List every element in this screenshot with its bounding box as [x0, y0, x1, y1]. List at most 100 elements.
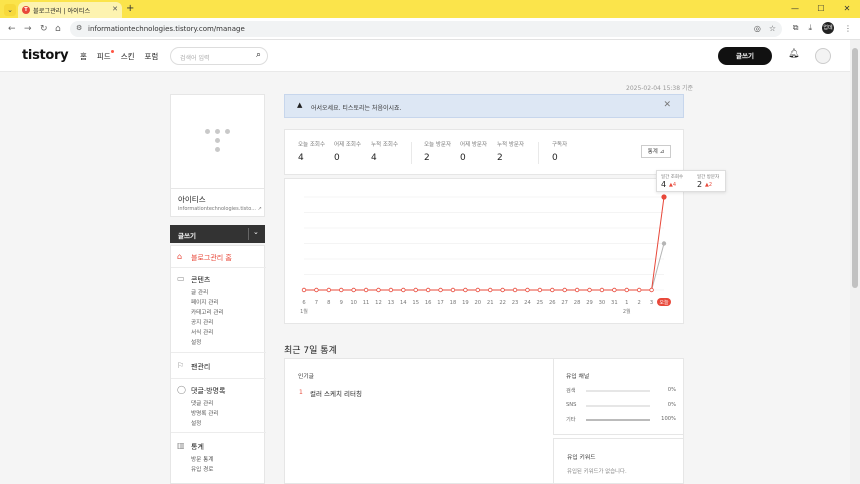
x-tick-label: 8 [327, 300, 330, 306]
popular-rank: 1 [299, 389, 303, 396]
chart-icon: ⊿ [659, 149, 665, 155]
sidebar-item-comment-settings[interactable]: 설정 [191, 419, 201, 427]
back-icon[interactable]: ← [8, 23, 16, 35]
sidebar-item-pages[interactable]: 페이지 관리 [191, 298, 219, 306]
nav-forum[interactable]: 포럼 [145, 51, 159, 62]
nav-skin[interactable]: 스킨 [121, 51, 135, 62]
stat-today-visitors: 오늘 방문자 2 [424, 140, 451, 163]
notice-text: 어서오세요. 티스토리는 처음이시죠. [311, 105, 402, 112]
data-point [425, 287, 431, 293]
sidebar-section-title[interactable]: 팬관리 [191, 362, 210, 372]
x-tick-label: 27 [561, 300, 568, 306]
browser-toolbar: ← → ↻ ⌂ ⚙ informationtechnologies.tistor… [0, 18, 860, 40]
url-text: informationtechnologies.tistory.com/mana… [88, 25, 245, 33]
page-scrollbar[interactable] [850, 40, 860, 484]
maximize-icon[interactable]: ☐ [808, 0, 834, 18]
close-icon[interactable]: ✕ [663, 100, 671, 110]
sidebar-item-notices[interactable]: 공지 관리 [191, 318, 213, 326]
inflow-row: 검색 0% [566, 387, 676, 395]
sidebar-item-visit-stats[interactable]: 방문 통계 [191, 455, 213, 463]
browser-menu-icon[interactable]: ⋮ [844, 24, 852, 33]
blog-thumbnail[interactable] [170, 94, 265, 189]
reload-icon[interactable]: ↻ [40, 23, 48, 35]
data-point [512, 287, 518, 293]
data-point [326, 287, 332, 293]
divider [171, 378, 266, 379]
data-point [537, 287, 543, 293]
month-label: 2월 [623, 308, 631, 315]
blog-url[interactable]: informationtechnologies.tisto... ↗ [178, 206, 262, 212]
data-point [450, 287, 456, 293]
sidebar-item-posts[interactable]: 글 관리 [191, 288, 208, 296]
profile-avatar[interactable]: 업데 [822, 22, 834, 34]
address-bar[interactable]: ⚙ informationtechnologies.tistory.com/ma… [70, 21, 782, 37]
sidebar-section-title[interactable]: 콘텐츠 [191, 275, 210, 285]
inflow-pct: 0% [667, 387, 676, 393]
sidebar-write-button[interactable]: 글쓰기 ⌄ [170, 225, 265, 243]
divider [171, 432, 266, 433]
minimize-icon[interactable]: — [782, 0, 808, 18]
search-input[interactable]: 검색어 입력 ⌕ [170, 47, 268, 65]
inflow-label: SNS [566, 402, 577, 408]
search-icon[interactable]: ⌕ [256, 50, 261, 60]
data-point [413, 287, 418, 293]
data-point [401, 287, 406, 293]
site-header: tistory 홈 피드 스킨 포럼 검색어 입력 ⌕ 글쓰기 🔔︎ [0, 40, 850, 72]
sidebar-item-content-settings[interactable]: 설정 [191, 338, 201, 346]
stat-today-views: 오늘 조회수 4 [298, 140, 325, 163]
forward-icon[interactable]: → [24, 23, 32, 35]
stats-button[interactable]: 통계 ⊿ [641, 145, 671, 158]
popular-post-link[interactable]: 컬러 스케치 리터칭 [310, 388, 362, 398]
stat-value: 2 [424, 153, 430, 163]
divider [411, 142, 412, 164]
data-point [599, 287, 605, 293]
sidebar-item-categories[interactable]: 카테고리 관리 [191, 308, 224, 316]
data-point [314, 287, 319, 293]
sidebar-item-comments[interactable]: 댓글 관리 [191, 399, 213, 407]
inflow-pct: 0% [667, 402, 676, 408]
x-tick-label: 25 [537, 300, 544, 306]
eye-off-icon[interactable]: ◎ [754, 24, 761, 33]
sidebar-section-title[interactable]: 통계 [191, 442, 204, 452]
sidebar-item-templates[interactable]: 서식 관리 [191, 328, 213, 336]
site-info-icon[interactable]: ⚙ [76, 24, 82, 32]
stat-value: 4 [371, 153, 377, 163]
bookmark-star-icon[interactable]: ☆ [769, 24, 776, 33]
nav-home[interactable]: 홈 [80, 51, 87, 62]
data-point [500, 287, 505, 293]
avatar[interactable] [815, 48, 831, 64]
scroll-thumb[interactable] [852, 48, 858, 288]
sidebar-item-guestbook[interactable]: 방명록 관리 [191, 409, 219, 417]
x-tick-label: 16 [425, 300, 432, 306]
x-tick-label: 19 [462, 300, 469, 306]
stat-label: 누적 조회수 [371, 142, 399, 148]
inflow-label: 기타 [566, 417, 576, 423]
inflow-bar [586, 405, 650, 407]
tab-close-icon[interactable]: ✕ [112, 5, 118, 13]
close-window-icon[interactable]: ✕ [834, 0, 860, 18]
bell-icon[interactable]: 🔔︎ [788, 49, 799, 59]
x-tick-label: 29 [586, 300, 593, 306]
extensions-icon[interactable]: ⧉ [793, 23, 799, 33]
x-tick-label: 오늘 [659, 299, 669, 306]
data-point [363, 287, 369, 293]
tab-title: 블로그관리 | 아이티스 [33, 8, 91, 15]
stat-label: 오늘 방문자 [424, 142, 452, 148]
download-icon[interactable]: ⤓ [808, 23, 812, 33]
tistory-logo[interactable]: tistory [22, 48, 69, 63]
browser-tab[interactable]: T 블로그관리 | 아이티스 ✕ [18, 2, 122, 18]
search-placeholder: 검색어 입력 [180, 55, 210, 62]
sidebar-item-referrers[interactable]: 유입 경로 [191, 465, 213, 473]
data-point [475, 287, 480, 293]
new-tab-icon[interactable]: + [126, 3, 134, 15]
stat-label: 어제 방문자 [460, 142, 488, 148]
stat-value: 0 [460, 153, 466, 163]
home-icon[interactable]: ⌂ [55, 23, 61, 35]
write-button[interactable]: 글쓰기 [718, 47, 772, 65]
sidebar-write-label: 글쓰기 [178, 232, 196, 240]
sidebar-section-title[interactable]: 댓글·방명록 [191, 386, 225, 396]
sidebar-menu: ⌂ 블로그관리 홈 ▭ 콘텐츠 글 관리 페이지 관리 카테고리 관리 공지 관… [170, 245, 266, 484]
tab-search-icon[interactable]: ⌄ [4, 4, 16, 16]
chevron-down-icon[interactable]: ⌄ [253, 228, 259, 236]
nav-feed[interactable]: 피드 [97, 50, 114, 62]
